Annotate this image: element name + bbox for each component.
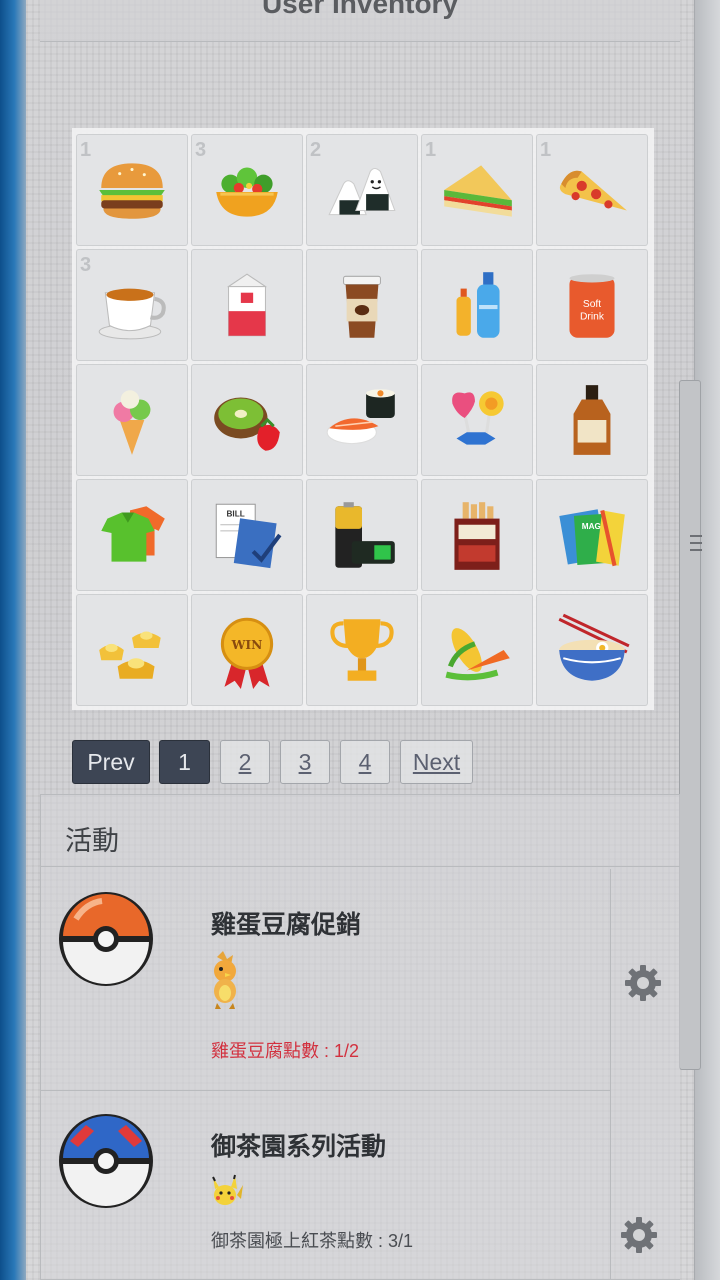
milk-carton-icon	[226, 273, 268, 337]
svg-text:WIN: WIN	[231, 637, 263, 652]
rice-ball-icon	[328, 167, 396, 216]
event-points: 雞蛋豆腐點數 : 1/2	[211, 1041, 360, 1061]
prev-page-button[interactable]: Prev	[72, 740, 150, 784]
inventory-slot-rice-ball[interactable]: 2	[306, 134, 418, 246]
inventory-slot-milk[interactable]	[191, 249, 303, 361]
cigarettes-icon	[454, 502, 500, 570]
svg-text:MAG: MAG	[582, 522, 601, 531]
inventory-slot-candy[interactable]	[421, 364, 533, 476]
inventory-slot-salad[interactable]: 3	[191, 134, 303, 246]
page-title: User Inventory	[261, 0, 459, 19]
page-2-button[interactable]: 2	[220, 740, 270, 784]
pizza-icon	[559, 170, 627, 211]
svg-text:BILL: BILL	[227, 510, 245, 519]
sushi-icon	[326, 389, 395, 445]
coffee-cup-icon	[343, 275, 381, 338]
svg-text:Soft: Soft	[583, 299, 601, 310]
trophy-icon	[330, 619, 394, 681]
whisky-bottle-icon	[573, 385, 611, 455]
magazines-icon: MAG	[559, 509, 625, 567]
inventory-slot-hamburger[interactable]: 1	[76, 134, 188, 246]
inventory-slot-bill[interactable]: BILL	[191, 479, 303, 591]
event-title: 御茶園系列活動	[211, 1132, 387, 1161]
inventory-slot-magazines[interactable]: MAG	[536, 479, 648, 591]
sandwich-icon	[444, 165, 512, 217]
activity-panel: 活動 雞蛋豆腐促銷 雞蛋豆腐點數 : 1/2 御茶園系列活動 御茶園極上紅茶點數…	[40, 794, 680, 1280]
event-card[interactable]: 雞蛋豆腐促銷 雞蛋豆腐點數 : 1/2	[41, 869, 611, 1091]
activity-title: 活動	[41, 795, 680, 867]
scrollbar-thumb[interactable]	[679, 380, 701, 1070]
event-title: 雞蛋豆腐促銷	[211, 910, 362, 939]
hamburger-icon	[99, 163, 165, 219]
inventory-slot-batteries[interactable]	[306, 479, 418, 591]
item-count: 1	[80, 139, 92, 161]
gear-icon[interactable]	[619, 1215, 659, 1255]
inventory-slot-ice-cream[interactable]	[76, 364, 188, 476]
inventory-slot-shirts[interactable]	[76, 479, 188, 591]
inventory-slot-coffee[interactable]	[306, 249, 418, 361]
event-card[interactable]: 御茶園系列活動 御茶園極上紅茶點數 : 3/1	[41, 1091, 611, 1280]
candy-icon	[452, 391, 504, 445]
soft-drink-can-icon: Soft Drink	[569, 274, 615, 338]
monitor-bezel	[0, 0, 26, 1280]
tea-cup-icon	[98, 288, 166, 340]
inventory-slot-vegetables[interactable]	[421, 594, 533, 706]
kiwi-strawberry-icon	[214, 397, 280, 451]
item-count: 2	[310, 139, 322, 161]
inventory-slot-tea[interactable]: 3	[76, 249, 188, 361]
vegetables-icon	[445, 628, 510, 681]
inventory-title-bar: User Inventory	[40, 0, 680, 42]
item-count: 1	[425, 139, 437, 161]
inventory-slot-bottles[interactable]	[421, 249, 533, 361]
pikachu-sprite-icon	[212, 1174, 243, 1205]
item-count: 3	[195, 139, 207, 161]
gear-icon[interactable]	[623, 963, 663, 1003]
inventory-slot-sandwich[interactable]: 1	[421, 134, 533, 246]
page-3-button[interactable]: 3	[280, 740, 330, 784]
svg-text:Drink: Drink	[580, 311, 605, 322]
pagination: Prev 1 2 3 4 Next	[72, 740, 473, 784]
polo-shirts-icon	[101, 506, 165, 562]
scrollbar-grip-icon[interactable]	[690, 535, 702, 551]
inventory-slot-sushi[interactable]	[306, 364, 418, 476]
noodle-bowl-icon	[558, 613, 630, 681]
inventory-slot-trophy[interactable]	[306, 594, 418, 706]
page-4-button[interactable]: 4	[340, 740, 390, 784]
salad-icon	[216, 167, 278, 217]
event-points: 御茶園極上紅茶點數 : 3/1	[211, 1231, 414, 1251]
inventory-slot-soft-drink[interactable]: Soft Drink	[536, 249, 648, 361]
gold-ingots-icon	[99, 631, 161, 679]
item-count: 3	[80, 254, 92, 276]
inventory-grid: 1 3 2 1 1 3 Soft Drink BILL MAG WIN	[72, 128, 654, 710]
inventory-slot-cigarettes[interactable]	[421, 479, 533, 591]
ice-cream-icon	[113, 390, 151, 455]
inventory-slot-whisky[interactable]	[536, 364, 648, 476]
bottles-icon	[456, 272, 500, 338]
next-page-button[interactable]: Next	[400, 740, 473, 784]
inventory-slot-medal[interactable]: WIN	[191, 594, 303, 706]
inventory-slot-pizza[interactable]: 1	[536, 134, 648, 246]
poke-ball-icon	[59, 892, 153, 986]
bill-icon: BILL	[215, 503, 282, 569]
great-ball-icon	[59, 1114, 153, 1208]
torchic-sprite-icon	[214, 951, 236, 1009]
inventory-slot-kiwi[interactable]	[191, 364, 303, 476]
win-medal-icon: WIN	[220, 617, 274, 689]
item-count: 1	[540, 139, 552, 161]
batteries-icon	[335, 502, 395, 568]
page-1-button[interactable]: 1	[159, 740, 210, 784]
inventory-slot-noodles[interactable]	[536, 594, 648, 706]
inventory-slot-gold[interactable]	[76, 594, 188, 706]
